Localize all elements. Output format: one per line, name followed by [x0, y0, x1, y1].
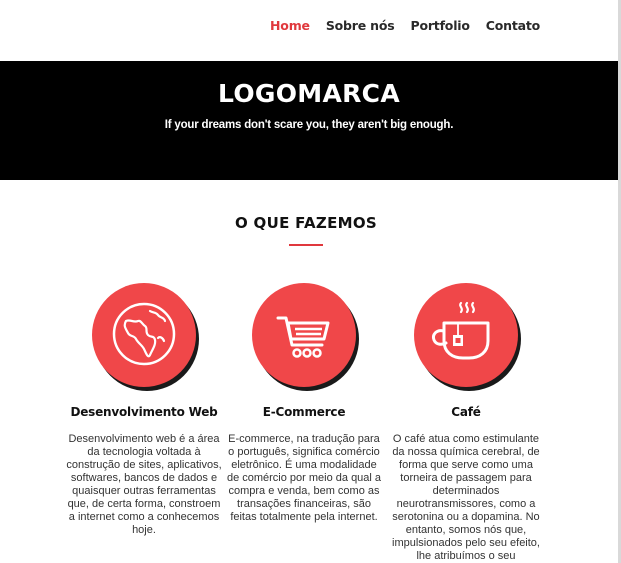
- feature-title: Café: [451, 405, 481, 419]
- logo-text: LOGOMARCA: [218, 79, 400, 108]
- hero-tagline: If your dreams don't scare you, they are…: [164, 119, 454, 131]
- feature-description: E-commerce, na tradução para o português…: [226, 433, 382, 523]
- feature-icon-circle: [92, 283, 196, 387]
- feature-description: O café atua como estimulante da nossa qu…: [392, 433, 540, 562]
- nav-sobre-nos[interactable]: Sobre nós: [326, 18, 395, 33]
- nav-home[interactable]: Home: [270, 18, 310, 33]
- feature-title: Desenvolvimento Web: [70, 405, 218, 419]
- coffee-cup-icon: [432, 301, 490, 360]
- main-nav: Home Sobre nós Portfolio Contato: [254, 18, 540, 33]
- feature-cafe: Café O café atua como estimulante da nos…: [384, 283, 548, 563]
- page: Home Sobre nós Portfolio Contato LOGOMAR…: [0, 0, 618, 563]
- nav-portfolio[interactable]: Portfolio: [410, 18, 469, 33]
- hero-banner: LOGOMARCA If your dreams don't scare you…: [0, 61, 618, 180]
- feature-ecommerce: E-Commerce E-commerce, na tradução para …: [222, 283, 386, 524]
- nav-contato[interactable]: Contato: [486, 18, 540, 33]
- feature-icon-circle: [252, 283, 356, 387]
- globe-icon: [112, 302, 176, 366]
- feature-description: Desenvolvimento web é a área da tecnolog…: [66, 433, 222, 536]
- feature-icon-circle: [414, 283, 518, 387]
- feature-web: Desenvolvimento Web Desenvolvimento web …: [62, 283, 226, 537]
- title-divider: [289, 244, 323, 246]
- feature-title: E-Commerce: [262, 405, 346, 419]
- shopping-cart-icon: [276, 316, 330, 358]
- section-title: O QUE FAZEMOS: [234, 214, 377, 232]
